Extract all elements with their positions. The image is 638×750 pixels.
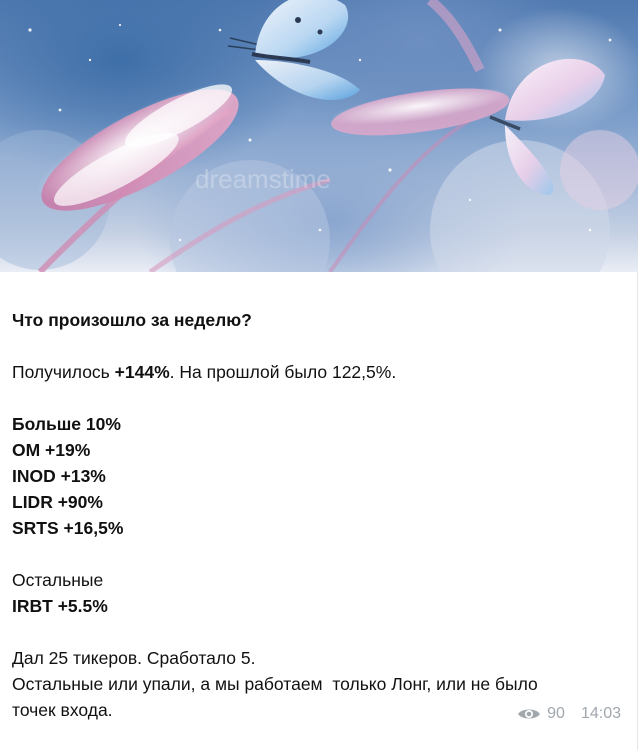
ticker-item: OM +19% <box>12 440 91 460</box>
ticker-item: IRBT +5.5% <box>12 596 108 616</box>
channel-post: dreamstime Что произошло за неделю? Полу… <box>0 0 638 750</box>
post-time: 14:03 <box>580 705 621 722</box>
ticker-item: LIDR +90% <box>12 492 103 512</box>
result-value: +144% <box>114 362 170 382</box>
post-meta: 90 14:03 <box>517 705 621 723</box>
group2-heading: Остальные <box>12 570 104 590</box>
ticker-item: SRTS +16,5% <box>12 518 124 538</box>
eye-icon <box>517 707 541 721</box>
views-count: 90 <box>547 705 565 722</box>
ticker-item: INOD +13% <box>12 466 106 486</box>
note-line: Остальные или упали, а мы работаем тольк… <box>12 674 538 694</box>
post-title: Что произошло за неделю? <box>12 310 252 330</box>
post-image[interactable]: dreamstime <box>0 0 638 272</box>
butterflies-illustration: dreamstime <box>0 0 638 272</box>
result-line: Получилось +144%. На прошлой было 122,5%… <box>12 362 397 382</box>
group1-heading: Больше 10% <box>12 414 121 434</box>
image-watermark: dreamstime <box>195 164 331 194</box>
note-line: Дал 25 тикеров. Сработало 5. <box>12 648 256 668</box>
post-text: Что произошло за неделю? Получилось +144… <box>12 307 622 723</box>
